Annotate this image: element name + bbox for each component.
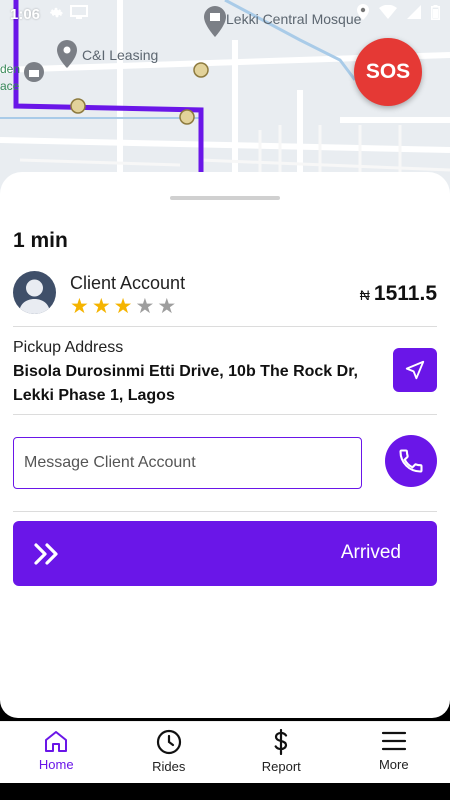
divider [13,511,437,512]
currency-symbol: ₦ [359,287,370,303]
map-label-left-bottom: ace [0,79,20,93]
nav-home-label: Home [38,757,74,772]
divider [13,326,437,327]
star-empty-icon: ★ [135,295,155,318]
eta-text: 1 min [13,229,68,252]
bus-stop-icon [70,62,209,125]
battery-status-icon [431,4,441,24]
clock-icon [156,729,181,755]
sheet-drag-handle[interactable] [170,196,280,200]
client-avatar [13,271,56,314]
nav-rides-label: Rides [152,759,186,774]
settings-status-icon [48,4,64,24]
map-label-leasing: C&I Leasing [82,47,158,63]
star-filled-icon: ★ [91,295,111,318]
nav-report-label: Report [261,759,301,774]
location-status-icon [357,4,369,24]
screen-cast-status-icon [70,5,89,23]
signal-status-icon [407,5,421,23]
status-time: 1:06 [10,5,41,23]
fare-amount: ₦ 1511.5 [360,282,437,306]
navigation-arrow-icon [405,360,425,380]
call-client-button[interactable] [385,435,437,487]
divider [13,414,437,415]
star-filled-icon: ★ [70,295,89,318]
sos-button[interactable]: SOS [354,38,422,106]
home-icon [45,731,68,752]
bottom-navigation: Home Rides Report More [0,721,450,783]
wifi-status-icon [379,4,397,23]
pickup-label: Pickup Address [13,339,124,356]
menu-icon [381,731,406,751]
fare-value: 1511.5 [373,282,437,305]
location-pin-icon [57,40,77,68]
star-empty-icon: ★ [157,295,177,318]
client-rating: ★ ★ ★ ★ ★ [70,296,176,317]
nav-more-label: More [378,757,409,772]
nav-report[interactable]: Report [225,722,338,783]
star-filled-icon: ★ [113,295,133,318]
double-chevron-right-icon [34,543,58,565]
building-pin-icon [24,62,44,82]
dollar-icon [274,729,288,755]
pickup-address: Bisola Durosinmi Etti Drive, 10b The Roc… [13,363,358,404]
person-icon [19,279,50,314]
arrived-slide-button[interactable]: Arrived [13,521,437,586]
nav-more[interactable]: More [338,722,450,783]
nav-rides[interactable]: Rides [113,722,226,783]
phone-icon [399,449,423,473]
trip-bottom-sheet: 1 min Client Account ★ ★ ★ ★ ★ ₦ 1511.5 Pick… [0,172,450,718]
system-navigation-bar [0,783,450,800]
navigate-button[interactable] [393,348,437,392]
message-client-input[interactable] [13,437,362,489]
arrived-label: Arrived [340,542,401,563]
nav-home[interactable]: Home [0,722,113,783]
map-label-left-top: den [0,62,20,76]
status-bar: 1:06 [0,0,450,28]
client-name: Client Account [70,273,186,293]
